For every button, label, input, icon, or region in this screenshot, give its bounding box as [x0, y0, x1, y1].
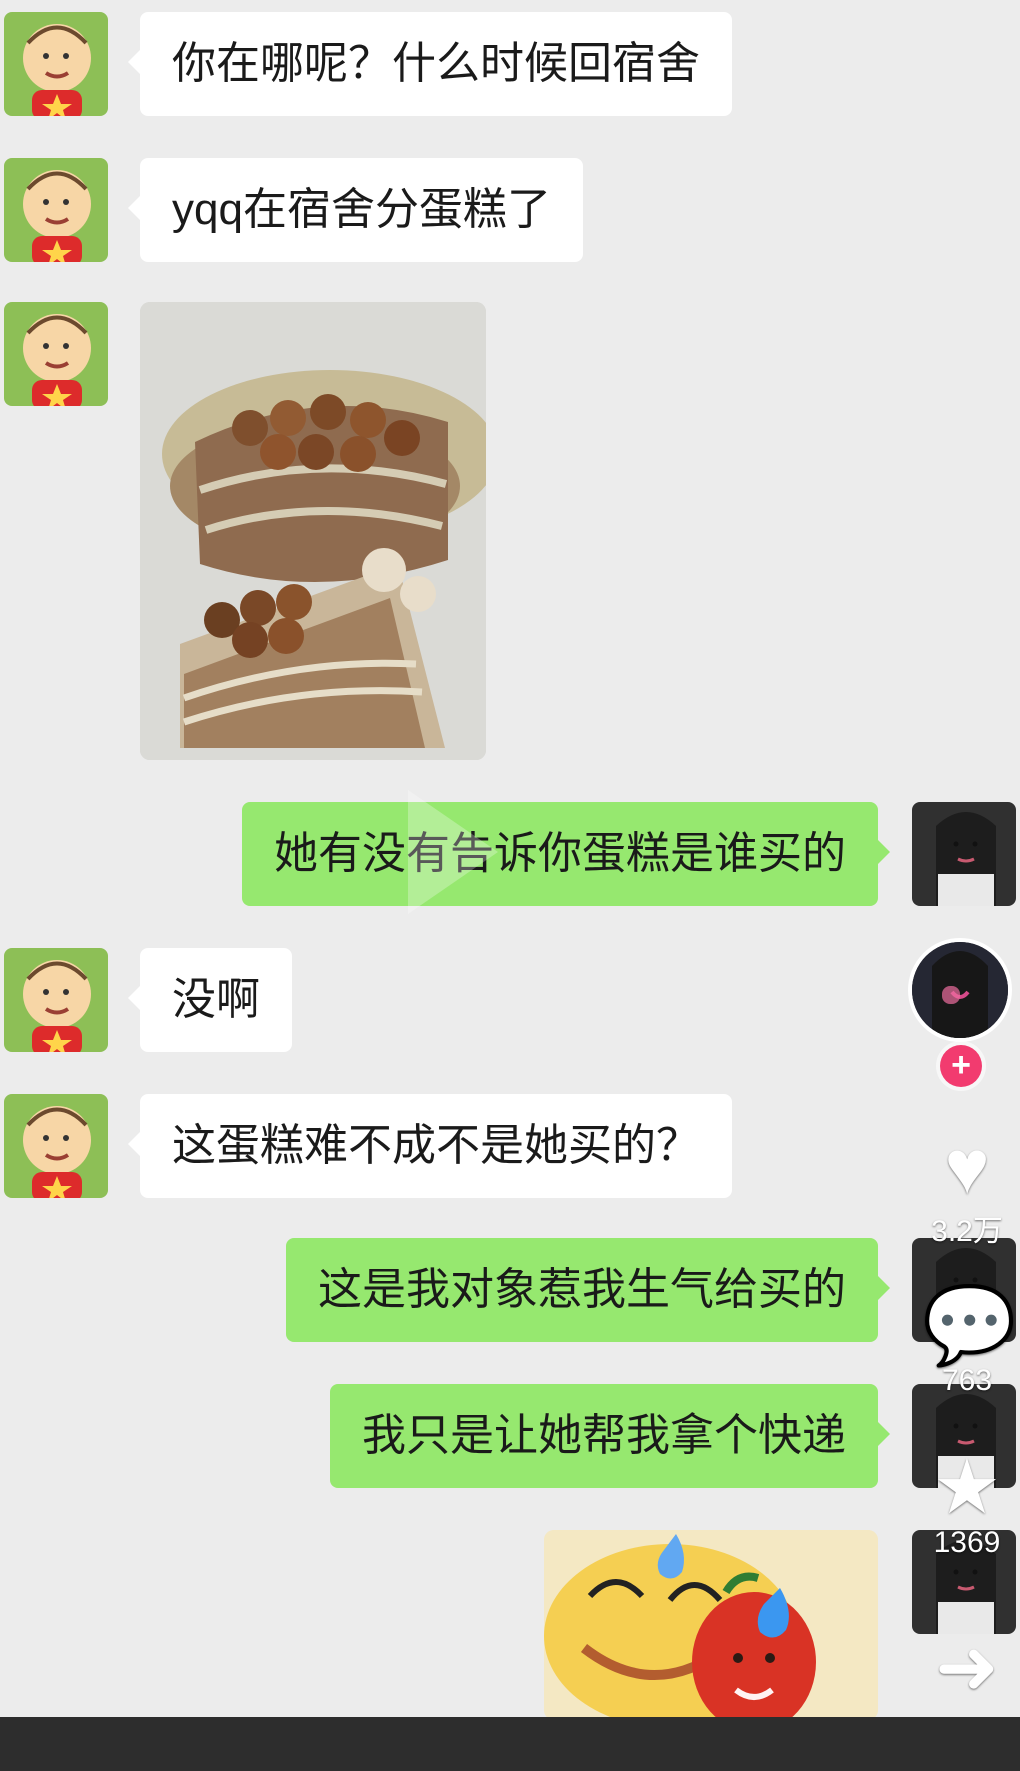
contact-avatar[interactable] — [4, 948, 108, 1052]
message-bubble[interactable]: 我只是让她帮我拿个快递 — [330, 1384, 890, 1488]
comment-count: 763 — [941, 1364, 993, 1397]
play-icon[interactable] — [408, 790, 498, 914]
comment-button[interactable]: 💬 763 — [922, 1283, 1017, 1398]
contact-avatar[interactable] — [4, 158, 108, 262]
message-bubble[interactable]: 你在哪呢？什么时候回宿舍 — [128, 12, 732, 116]
message-bubble[interactable]: yqq在宿舍分蛋糕了 — [128, 158, 583, 262]
contact-avatar[interactable] — [4, 302, 108, 406]
share-arrow-icon: ➜ — [935, 1625, 999, 1710]
contact-avatar[interactable] — [4, 12, 108, 116]
like-button[interactable]: ♥ 3.2万 — [922, 1130, 1012, 1250]
user-avatar[interactable] — [912, 802, 1016, 906]
message-left-3: 没啊 — [0, 948, 1020, 1052]
message-bubble[interactable]: 没啊 — [128, 948, 292, 1052]
message-right-2: 这是我对象惹我生气给买的 — [0, 1238, 1020, 1342]
contact-avatar[interactable] — [4, 1094, 108, 1198]
message-bubble[interactable]: 这是我对象惹我生气给买的 — [286, 1238, 890, 1342]
like-count: 3.2万 — [931, 1215, 1003, 1248]
favorite-button[interactable]: ★ 1369 — [922, 1450, 1012, 1560]
message-left-4: 这蛋糕难不成不是她买的？ — [0, 1094, 1020, 1198]
message-right-sticker — [0, 1530, 1020, 1720]
message-left-image — [0, 302, 1020, 760]
message-left-1: 你在哪呢？什么时候回宿舍 — [0, 12, 1020, 116]
bottom-bar — [0, 1717, 1020, 1771]
sticker-image[interactable] — [544, 1530, 878, 1720]
message-right-1: 她有没有告诉你蛋糕是谁买的 — [0, 802, 1020, 906]
share-button[interactable]: ➜ — [922, 1630, 1012, 1706]
follow-button[interactable]: + — [940, 1045, 982, 1087]
message-left-2: yqq在宿舍分蛋糕了 — [0, 158, 1020, 262]
cake-photo[interactable] — [140, 302, 486, 760]
message-bubble[interactable]: 她有没有告诉你蛋糕是谁买的 — [242, 802, 890, 906]
chat-screen: 你在哪呢？什么时候回宿舍 yqq在宿舍分蛋糕了 她有没有告诉你蛋糕是谁买的 没啊… — [0, 0, 1020, 1771]
video-sidebar: + ♥ 3.2万 💬 763 ★ 1369 ➜ — [900, 930, 1020, 1771]
comment-icon: 💬 — [922, 1283, 1017, 1368]
star-icon: ★ — [932, 1445, 1002, 1530]
heart-icon: ♥ — [944, 1125, 990, 1210]
message-right-3: 我只是让她帮我拿个快递 — [0, 1384, 1020, 1488]
message-bubble[interactable]: 这蛋糕难不成不是她买的？ — [128, 1094, 732, 1198]
favorite-count: 1369 — [933, 1526, 1001, 1559]
creator-avatar[interactable] — [908, 938, 1012, 1042]
